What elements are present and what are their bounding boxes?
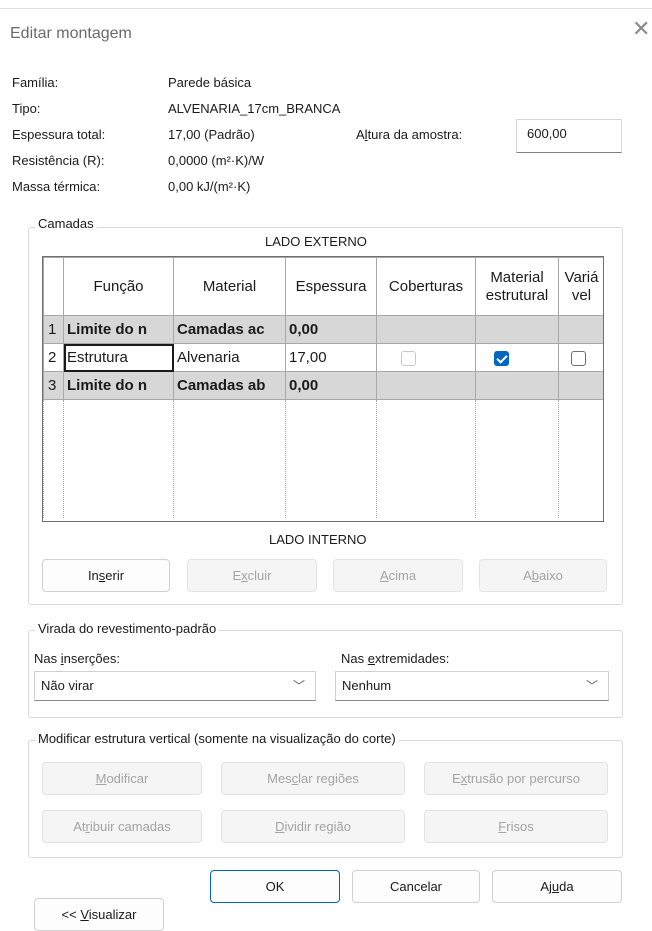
column-header-material-estrutural: Material estrutural bbox=[475, 257, 559, 316]
extremidades-select[interactable]: Nenhum ﹀ bbox=[335, 671, 609, 701]
edit-assembly-dialog: Editar montagem ✕ Família: Parede básica… bbox=[0, 0, 652, 931]
visualizar-button[interactable]: << Visualizar bbox=[34, 898, 164, 931]
coberturas-checkbox[interactable] bbox=[401, 350, 416, 366]
espessura-total-value: 17,00 (Padrão) bbox=[168, 127, 255, 142]
extremidades-selected-value: Nenhum bbox=[342, 678, 392, 693]
table-row[interactable]: 1 Limite do n Camadas ac 0,00 bbox=[43, 315, 603, 344]
ok-button[interactable]: OK bbox=[210, 870, 340, 903]
row-number[interactable]: 1 bbox=[43, 315, 64, 344]
tipo-label: Tipo: bbox=[12, 101, 41, 116]
variavel-checkbox[interactable] bbox=[571, 350, 586, 366]
excluir-button[interactable]: Excluir bbox=[187, 559, 317, 592]
cell-material[interactable]: Camadas ab bbox=[173, 371, 286, 400]
cell-espessura[interactable]: 0,00 bbox=[285, 315, 377, 344]
cell-variavel bbox=[558, 371, 603, 400]
massa-termica-value: 0,00 kJ/(m²·K) bbox=[168, 179, 251, 194]
cell-material[interactable]: Alvenaria bbox=[173, 343, 286, 372]
inserir-button[interactable]: Inserir bbox=[42, 559, 170, 592]
cell-funcao[interactable]: Limite do n bbox=[63, 371, 174, 400]
cell-material[interactable]: Camadas ac bbox=[173, 315, 286, 344]
cell-funcao[interactable]: Estrutura bbox=[63, 343, 174, 372]
extremidades-label: Nas extremidades: bbox=[341, 651, 450, 666]
insercoes-label: Nas inserções: bbox=[34, 651, 120, 666]
insercoes-select[interactable]: Não virar ﹀ bbox=[34, 671, 316, 701]
resistencia-label: Resistência (R): bbox=[12, 153, 105, 168]
resistencia-value: 0,0000 (m²·K)/W bbox=[168, 153, 265, 168]
cancelar-button[interactable]: Cancelar bbox=[352, 870, 480, 903]
column-header-coberturas: Coberturas bbox=[376, 257, 476, 316]
cell-funcao[interactable]: Limite do n bbox=[63, 315, 174, 344]
column-header-funcao: Função bbox=[63, 257, 174, 316]
familia-label: Família: bbox=[12, 75, 59, 90]
table-empty-area bbox=[43, 399, 603, 518]
row-number[interactable]: 2 bbox=[43, 343, 64, 372]
acima-button[interactable]: Acima bbox=[333, 559, 463, 592]
column-header-espessura: Espessura bbox=[285, 257, 377, 316]
cell-material-estrutural bbox=[475, 315, 559, 344]
dividir-regiao-button[interactable]: Dividir região bbox=[221, 810, 405, 843]
altura-amostra-label: Altura da amostra: bbox=[356, 127, 463, 142]
close-icon[interactable]: ✕ bbox=[632, 18, 650, 40]
frisos-button[interactable]: Frisos bbox=[424, 810, 608, 843]
lado-externo-label: LADO EXTERNO bbox=[265, 234, 367, 249]
cell-coberturas bbox=[376, 371, 476, 400]
modificar-button[interactable]: Modificar bbox=[42, 762, 202, 795]
chevron-down-icon: ﹀ bbox=[585, 679, 598, 693]
cell-espessura[interactable]: 0,00 bbox=[285, 371, 377, 400]
table-row[interactable]: 2 Estrutura Alvenaria 17,00 bbox=[43, 343, 603, 372]
ajuda-button[interactable]: Ajuda bbox=[492, 870, 622, 903]
extrusao-por-percurso-button[interactable]: Extrusão por percurso bbox=[424, 762, 608, 795]
row-number[interactable]: 3 bbox=[43, 371, 64, 400]
cell-variavel bbox=[558, 315, 603, 344]
espessura-total-label: Espessura total: bbox=[12, 127, 106, 142]
cell-coberturas bbox=[376, 343, 476, 372]
wrap-legend: Virada do revestimento-padrão bbox=[35, 621, 220, 636]
cell-variavel bbox=[558, 343, 603, 372]
vertical-structure-legend: Modificar estrutura vertical (somente na… bbox=[35, 731, 399, 746]
cell-coberturas bbox=[376, 315, 476, 344]
insercoes-selected-value: Não virar bbox=[41, 678, 94, 693]
column-header-variavel: Variá vel bbox=[558, 257, 603, 316]
familia-value: Parede básica bbox=[168, 75, 252, 90]
material-estrutural-checkbox[interactable] bbox=[494, 350, 509, 366]
chevron-down-icon: ﹀ bbox=[292, 679, 305, 693]
column-header-material: Material bbox=[173, 257, 286, 316]
layers-legend: Camadas bbox=[35, 216, 97, 231]
lado-interno-label: LADO INTERNO bbox=[269, 532, 367, 547]
layers-table: Função Material Espessura Coberturas Mat… bbox=[42, 256, 604, 522]
tipo-value: ALVENARIA_17cm_BRANCA bbox=[168, 101, 341, 116]
row-number-header bbox=[43, 257, 64, 316]
mesclar-regioes-button[interactable]: Mesclar regiões bbox=[221, 762, 405, 795]
cell-material-estrutural bbox=[475, 343, 559, 372]
massa-termica-label: Massa térmica: bbox=[12, 179, 101, 194]
atribuir-camadas-button[interactable]: Atribuir camadas bbox=[42, 810, 202, 843]
window-top-border bbox=[0, 8, 652, 9]
dialog-title: Editar montagem bbox=[10, 25, 132, 42]
abaixo-button[interactable]: Abaixo bbox=[479, 559, 607, 592]
cell-espessura[interactable]: 17,00 bbox=[285, 343, 377, 372]
table-row[interactable]: 3 Limite do n Camadas ab 0,00 bbox=[43, 371, 603, 400]
cell-material-estrutural bbox=[475, 371, 559, 400]
altura-amostra-input[interactable]: 600,00 bbox=[516, 119, 622, 153]
